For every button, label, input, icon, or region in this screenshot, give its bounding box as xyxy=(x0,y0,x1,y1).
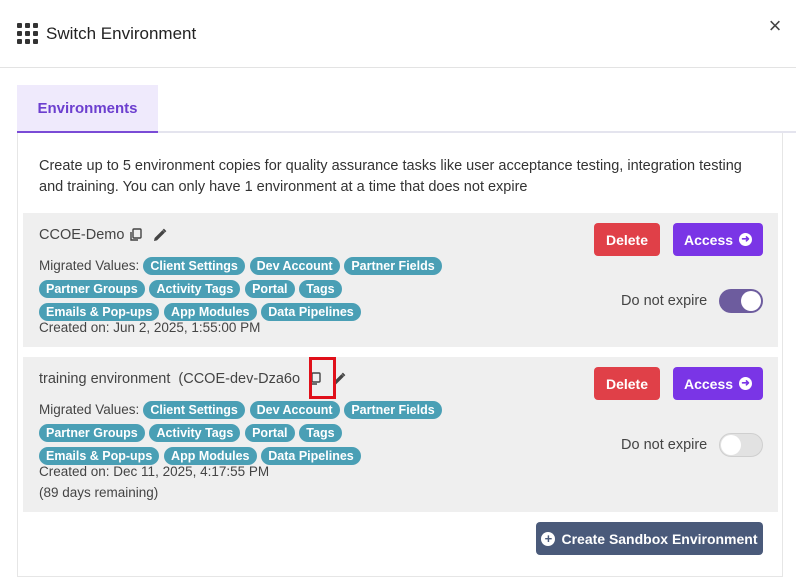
tag-tags: Tags xyxy=(299,280,342,298)
switch-environment-modal: Switch Environment × Environments Create… xyxy=(0,0,796,585)
tag-data-pipelines: Data Pipelines xyxy=(261,303,361,321)
environment-name-row: training environment (CCOE-dev-Dza6o xyxy=(39,371,346,387)
do-not-expire-label: Do not expire xyxy=(621,293,708,309)
migrated-values-label: Migrated Values: xyxy=(39,258,140,273)
migrated-values: Migrated Values: Client Settings Dev Acco… xyxy=(39,255,459,324)
delete-button[interactable]: Delete xyxy=(594,223,660,256)
tag-partner-fields: Partner Fields xyxy=(344,257,442,275)
tag-partner-fields: Partner Fields xyxy=(344,401,442,419)
created-on: Created on: Jun 2, 2025, 1:55:00 PM xyxy=(39,320,261,335)
do-not-expire-toggle[interactable] xyxy=(719,433,763,457)
tag-client-settings: Client Settings xyxy=(143,401,245,419)
environment-name: CCOE-Demo xyxy=(39,227,125,243)
arrow-right-circle-icon: ➜ xyxy=(739,377,753,390)
grid-icon xyxy=(17,23,38,44)
modal-header: Switch Environment × xyxy=(0,0,796,68)
tag-portal: Portal xyxy=(245,424,295,442)
access-button[interactable]: Access ➜ xyxy=(673,367,763,400)
migrated-values: Migrated Values: Client Settings Dev Acco… xyxy=(39,399,459,468)
tag-data-pipelines: Data Pipelines xyxy=(261,447,361,465)
copy-icon-highlight xyxy=(309,357,336,399)
modal-title: Switch Environment xyxy=(46,23,197,43)
environment-name-row: CCOE-Demo xyxy=(39,227,167,243)
tag-activity-tags: Activity Tags xyxy=(149,280,241,298)
access-button[interactable]: Access ➜ xyxy=(673,223,763,256)
tag-portal: Portal xyxy=(245,280,295,298)
edit-pencil-icon[interactable] xyxy=(152,228,167,243)
tag-partner-groups: Partner Groups xyxy=(39,280,145,298)
do-not-expire-label: Do not expire xyxy=(621,437,708,453)
access-label: Access xyxy=(683,375,734,392)
close-icon[interactable]: × xyxy=(764,15,786,37)
tag-client-settings: Client Settings xyxy=(143,257,245,275)
environment-card: training environment (CCOE-dev-Dza6o Mig… xyxy=(23,357,778,512)
access-label: Access xyxy=(683,231,734,248)
copy-icon[interactable] xyxy=(129,228,143,242)
created-on: Created on: Dec 11, 2025, 4:17:55 PM xyxy=(39,464,270,479)
arrow-right-circle-icon: ➜ xyxy=(739,233,753,246)
description-text: Create up to 5 environment copies for qu… xyxy=(39,158,742,195)
do-not-expire-toggle[interactable] xyxy=(719,289,763,313)
environments-panel: Create up to 5 environment copies for qu… xyxy=(17,133,783,577)
tag-activity-tags: Activity Tags xyxy=(149,424,241,442)
plus-circle-icon: + xyxy=(541,531,556,546)
tag-dev-account: Dev Account xyxy=(249,257,340,275)
migrated-values-label: Migrated Values: xyxy=(39,402,140,417)
environment-code: (CCOE-dev-Dza6o xyxy=(178,371,301,387)
tab-bar: Environments xyxy=(17,85,796,133)
tag-dev-account: Dev Account xyxy=(249,401,340,419)
environment-card: CCOE-Demo Migrated Values: Client Setting… xyxy=(23,213,778,347)
tag-partner-groups: Partner Groups xyxy=(39,424,145,442)
create-sandbox-button[interactable]: + Create Sandbox Environment xyxy=(536,522,763,555)
days-remaining: (89 days remaining) xyxy=(39,485,159,500)
tab-environments[interactable]: Environments xyxy=(17,85,158,133)
delete-button[interactable]: Delete xyxy=(594,367,660,400)
environment-name: training environment xyxy=(39,371,171,387)
tag-tags: Tags xyxy=(299,424,342,442)
create-sandbox-label: Create Sandbox Environment xyxy=(561,530,758,547)
